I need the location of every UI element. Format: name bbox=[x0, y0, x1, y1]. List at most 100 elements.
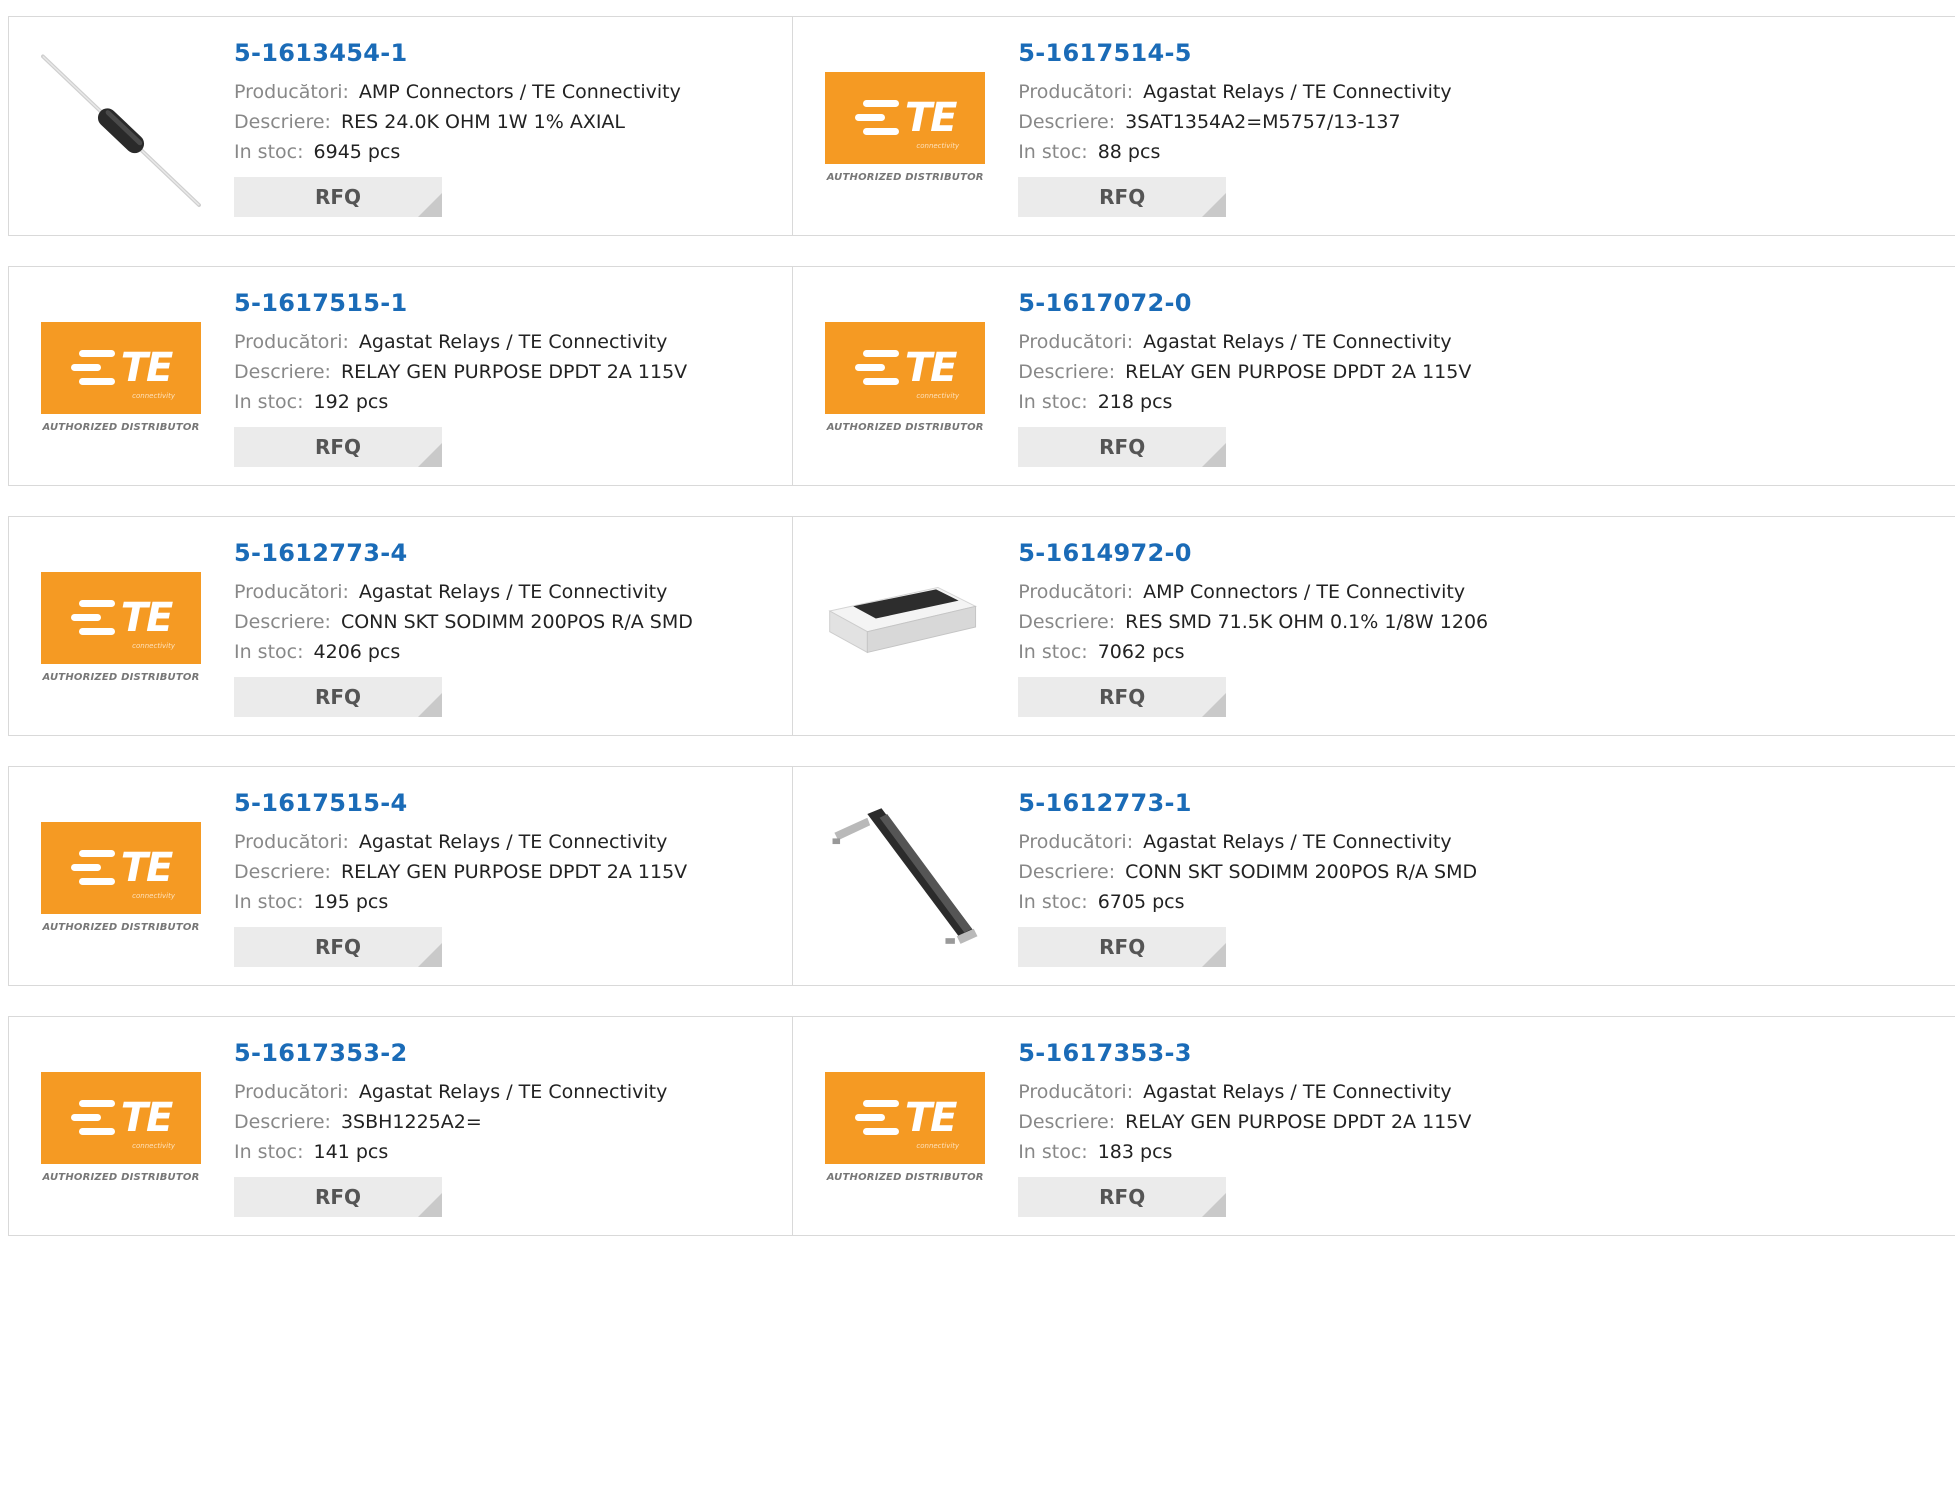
product-info: 5-1614972-0 Producători: AMP Connectors /… bbox=[1018, 539, 1488, 717]
product-image[interactable] bbox=[41, 47, 201, 207]
stock-value: 4206 pcs bbox=[313, 641, 401, 663]
stock-line: In stoc: 4206 pcs bbox=[234, 637, 693, 667]
te-logo-sub: connectivity bbox=[916, 141, 960, 150]
stock-line: In stoc: 7062 pcs bbox=[1018, 637, 1488, 667]
description-label: Descriere: bbox=[234, 361, 331, 383]
axial-resistor-icon bbox=[41, 54, 201, 207]
product-image[interactable] bbox=[825, 797, 985, 957]
te-logo-box: TE connectivity bbox=[825, 71, 986, 164]
te-lines-icon bbox=[854, 100, 899, 135]
manufacturer-line: Producători: Agastat Relays / TE Connecti… bbox=[1018, 1077, 1471, 1107]
stock-line: In stoc: 218 pcs bbox=[1018, 387, 1471, 417]
part-number-link[interactable]: 5-1617515-4 bbox=[234, 789, 687, 817]
part-number-link[interactable]: 5-1612773-1 bbox=[1018, 789, 1477, 817]
manufacturer-value: AMP Connectors / TE Connectivity bbox=[358, 81, 681, 103]
part-number-link[interactable]: 5-1617072-0 bbox=[1018, 289, 1471, 317]
rfq-button[interactable]: RFQ bbox=[1018, 1177, 1227, 1217]
product-info: 5-1617514-5 Producători: Agastat Relays /… bbox=[1018, 39, 1452, 217]
te-lines-icon bbox=[854, 350, 899, 385]
product-card: TE connectivity AUTHORIZED DISTRIBUTOR 5… bbox=[9, 1017, 792, 1235]
description-value: 3SAT1354A2=M5757/13-137 bbox=[1125, 111, 1401, 133]
part-number-link[interactable]: 5-1617353-2 bbox=[234, 1039, 667, 1067]
stock-line: In stoc: 88 pcs bbox=[1018, 137, 1451, 167]
description-line: Descriere: RELAY GEN PURPOSE DPDT 2A 115V bbox=[1018, 1107, 1471, 1137]
product-info: 5-1617515-1 Producători: Agastat Relays /… bbox=[234, 289, 687, 467]
manufacturer-value: Agastat Relays / TE Connectivity bbox=[358, 581, 668, 603]
part-number-link[interactable]: 5-1614972-0 bbox=[1018, 539, 1488, 567]
te-logo-box: TE connectivity bbox=[825, 321, 986, 414]
part-number-link[interactable]: 5-1613454-1 bbox=[234, 39, 681, 67]
rfq-button[interactable]: RFQ bbox=[1018, 677, 1227, 717]
rfq-button-label: RFQ bbox=[314, 935, 362, 959]
rfq-button[interactable]: RFQ bbox=[1018, 177, 1227, 217]
product-info: 5-1617515-4 Producători: Agastat Relays /… bbox=[234, 789, 687, 967]
product-row: TE connectivity AUTHORIZED DISTRIBUTOR 5… bbox=[8, 266, 1955, 486]
te-logo-box: TE connectivity bbox=[41, 321, 201, 414]
stock-label: In stoc: bbox=[234, 641, 304, 663]
product-image[interactable]: TE connectivity AUTHORIZED DISTRIBUTOR bbox=[825, 47, 986, 207]
stock-value: 88 pcs bbox=[1097, 141, 1161, 163]
part-number-link[interactable]: 5-1617514-5 bbox=[1018, 39, 1451, 67]
te-logo-word: TE bbox=[120, 844, 174, 891]
product-image[interactable]: TE connectivity AUTHORIZED DISTRIBUTOR bbox=[41, 1047, 201, 1207]
stock-label: In stoc: bbox=[234, 141, 304, 163]
stock-label: In stoc: bbox=[1018, 391, 1088, 413]
te-logo-word: TE bbox=[120, 1094, 174, 1141]
rfq-button[interactable]: RFQ bbox=[1018, 927, 1227, 967]
product-row: TE connectivity AUTHORIZED DISTRIBUTOR 5… bbox=[8, 766, 1955, 986]
rfq-button[interactable]: RFQ bbox=[234, 177, 442, 217]
te-logo-word: TE bbox=[904, 1094, 958, 1141]
description-label: Descriere: bbox=[1018, 111, 1116, 133]
authorized-distributor-label: AUTHORIZED DISTRIBUTOR bbox=[42, 671, 200, 683]
product-card: TE connectivity AUTHORIZED DISTRIBUTOR 5… bbox=[792, 1017, 1955, 1235]
rfq-button[interactable]: RFQ bbox=[234, 927, 442, 967]
te-lines-icon bbox=[854, 1100, 899, 1135]
product-image[interactable]: TE connectivity AUTHORIZED DISTRIBUTOR bbox=[41, 797, 201, 957]
product-card: TE connectivity AUTHORIZED DISTRIBUTOR 5… bbox=[792, 267, 1955, 485]
corner-triangle-icon bbox=[418, 443, 442, 467]
manufacturer-label: Producători: bbox=[234, 581, 349, 603]
product-image[interactable]: TE connectivity AUTHORIZED DISTRIBUTOR bbox=[825, 297, 986, 457]
smd-resistor-icon bbox=[828, 586, 978, 654]
corner-triangle-icon bbox=[1202, 193, 1227, 217]
description-label: Descriere: bbox=[1018, 611, 1116, 633]
manufacturer-label: Producători: bbox=[234, 81, 349, 103]
product-image[interactable] bbox=[825, 547, 985, 707]
manufacturer-line: Producători: AMP Connectors / TE Connecti… bbox=[234, 77, 681, 107]
te-authorized-distributor-logo: TE connectivity AUTHORIZED DISTRIBUTOR bbox=[825, 321, 986, 433]
rfq-button-label: RFQ bbox=[314, 435, 362, 459]
stock-value: 195 pcs bbox=[313, 891, 389, 913]
manufacturer-value: Agastat Relays / TE Connectivity bbox=[1143, 1081, 1452, 1103]
te-authorized-distributor-logo: TE connectivity AUTHORIZED DISTRIBUTOR bbox=[41, 821, 201, 933]
te-logo-sub: connectivity bbox=[132, 1141, 175, 1150]
corner-triangle-icon bbox=[1202, 443, 1227, 467]
manufacturer-line: Producători: AMP Connectors / TE Connecti… bbox=[1018, 577, 1488, 607]
description-line: Descriere: 3SAT1354A2=M5757/13-137 bbox=[1018, 107, 1451, 137]
te-logo-word: TE bbox=[120, 594, 174, 641]
product-image[interactable]: TE connectivity AUTHORIZED DISTRIBUTOR bbox=[41, 547, 201, 707]
part-number-link[interactable]: 5-1612773-4 bbox=[234, 539, 693, 567]
corner-triangle-icon bbox=[418, 693, 442, 717]
authorized-distributor-label: AUTHORIZED DISTRIBUTOR bbox=[42, 921, 200, 933]
manufacturer-label: Producători: bbox=[1018, 331, 1134, 353]
corner-triangle-icon bbox=[418, 193, 442, 217]
authorized-distributor-label: AUTHORIZED DISTRIBUTOR bbox=[826, 1171, 984, 1183]
stock-value: 6945 pcs bbox=[313, 141, 401, 163]
product-image[interactable]: TE connectivity AUTHORIZED DISTRIBUTOR bbox=[825, 1047, 986, 1207]
rfq-button[interactable]: RFQ bbox=[234, 1177, 442, 1217]
manufacturer-value: AMP Connectors / TE Connectivity bbox=[1143, 581, 1466, 603]
rfq-button-label: RFQ bbox=[1099, 685, 1146, 709]
part-number-link[interactable]: 5-1617515-1 bbox=[234, 289, 687, 317]
manufacturer-label: Producători: bbox=[1018, 1081, 1134, 1103]
stock-value: 218 pcs bbox=[1097, 391, 1173, 413]
part-number-link[interactable]: 5-1617353-3 bbox=[1018, 1039, 1471, 1067]
product-info: 5-1612773-4 Producători: Agastat Relays /… bbox=[234, 539, 693, 717]
rfq-button[interactable]: RFQ bbox=[1018, 427, 1227, 467]
rfq-button[interactable]: RFQ bbox=[234, 677, 442, 717]
product-image[interactable]: TE connectivity AUTHORIZED DISTRIBUTOR bbox=[41, 297, 201, 457]
manufacturer-label: Producători: bbox=[234, 831, 349, 853]
description-value: RELAY GEN PURPOSE DPDT 2A 115V bbox=[340, 361, 688, 383]
rfq-button-label: RFQ bbox=[314, 685, 362, 709]
rfq-button[interactable]: RFQ bbox=[234, 427, 442, 467]
description-line: Descriere: RES 24.0K OHM 1W 1% AXIAL bbox=[234, 107, 681, 137]
